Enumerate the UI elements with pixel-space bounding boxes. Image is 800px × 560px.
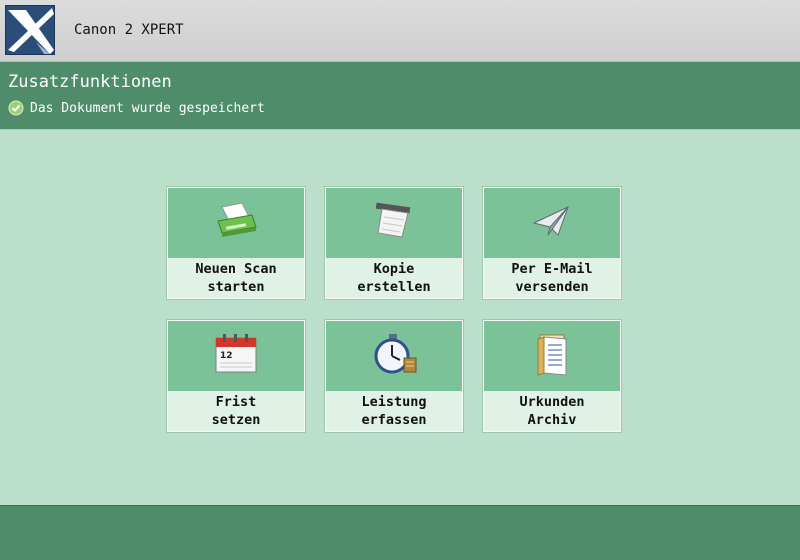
- tile-label: Neuen Scan starten: [195, 261, 277, 295]
- tile-label: Urkunden Archiv: [519, 394, 585, 428]
- bottom-bar: [0, 505, 800, 560]
- tile-set-deadline[interactable]: 12 Frist setzen: [167, 320, 305, 432]
- tile-record-service[interactable]: Leistung erfassen: [325, 320, 463, 432]
- tile-label: Frist setzen: [211, 394, 261, 428]
- stopwatch-icon: [370, 332, 418, 380]
- tile-label: Per E-Mail versenden: [511, 261, 593, 295]
- section-header: Zusatzfunktionen Das Dokument wurde gesp…: [0, 62, 800, 129]
- x-logo-icon: [5, 5, 55, 55]
- tile-send-email[interactable]: Per E-Mail versenden: [483, 187, 621, 299]
- section-title: Zusatzfunktionen: [8, 72, 172, 92]
- tile-create-copy[interactable]: Kopie erstellen: [325, 187, 463, 299]
- status-message: Das Dokument wurde gespeichert: [8, 99, 265, 117]
- calendar-icon: 12: [212, 332, 260, 380]
- tile-new-scan[interactable]: Neuen Scan starten: [167, 187, 305, 299]
- tile-label: Kopie erstellen: [357, 261, 431, 295]
- status-text: Das Dokument wurde gespeichert: [30, 100, 265, 116]
- scanner-icon: [212, 201, 260, 245]
- tile-label: Leistung erfassen: [361, 394, 427, 428]
- function-grid: Neuen Scan starten Kopie erstellen Per E…: [0, 129, 800, 505]
- top-bar: Canon 2 XPERT: [0, 0, 800, 62]
- tile-document-archive[interactable]: Urkunden Archiv: [483, 320, 621, 432]
- check-circle-icon: [8, 100, 24, 116]
- archive-folder-icon: [528, 331, 576, 381]
- app-title: Canon 2 XPERT: [74, 22, 184, 38]
- paper-plane-icon: [528, 201, 576, 245]
- calendar-day: 12: [220, 351, 233, 361]
- copy-paper-icon: [370, 201, 418, 245]
